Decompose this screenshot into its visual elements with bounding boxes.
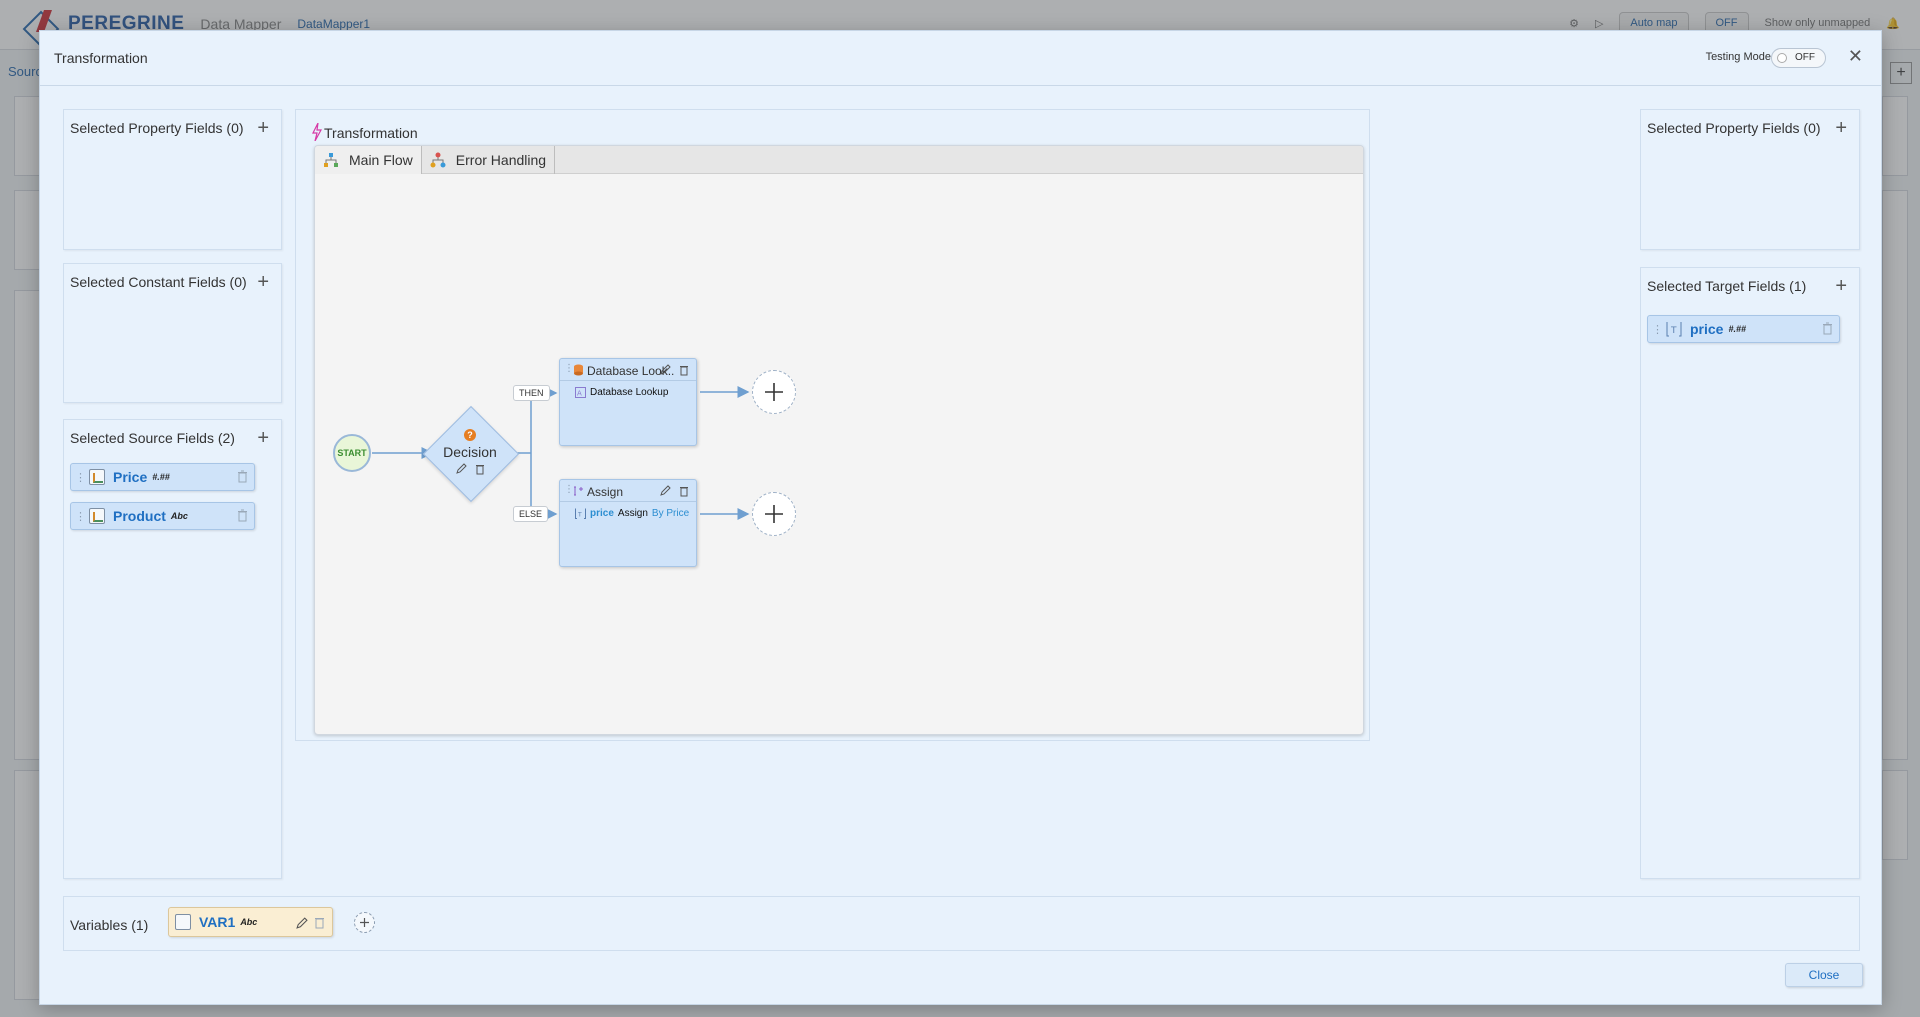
card-body: A Database Lookup bbox=[575, 387, 668, 398]
plus-icon bbox=[765, 505, 783, 523]
field-type: Abc bbox=[170, 511, 188, 521]
dialog-header: Transformation Testing Mode OFF ✕ bbox=[40, 31, 1881, 86]
else-label: ELSE bbox=[513, 506, 549, 522]
variable-chip[interactable]: VAR1 Abc bbox=[168, 907, 333, 937]
panel-title: Transformation bbox=[324, 125, 418, 141]
add-property-field-button[interactable]: + bbox=[1835, 116, 1847, 140]
left-constant-panel: Selected Constant Fields (0) + bbox=[63, 263, 282, 403]
edit-icon[interactable] bbox=[660, 364, 671, 375]
drag-handle-icon[interactable]: ⋮ bbox=[75, 471, 86, 484]
variable-icon bbox=[175, 914, 191, 930]
target-field-icon: T bbox=[1666, 322, 1682, 337]
card-body-text: Database Lookup bbox=[590, 387, 669, 398]
field-type-icon bbox=[89, 508, 105, 524]
add-property-field-button[interactable]: + bbox=[257, 116, 269, 140]
assign-target-field: price bbox=[590, 508, 614, 519]
decision-actions bbox=[420, 463, 520, 475]
variable-type: Abc bbox=[240, 917, 258, 927]
add-target-field-button[interactable]: + bbox=[1835, 274, 1847, 298]
trash-icon[interactable] bbox=[1822, 322, 1833, 335]
right-target-panel: Selected Target Fields (1) + ⋮ T price #… bbox=[1640, 267, 1860, 879]
source-field-chip[interactable]: ⋮ Product Abc bbox=[70, 502, 255, 530]
svg-text:A: A bbox=[577, 390, 582, 398]
decision-node[interactable]: ? Decision bbox=[420, 429, 520, 475]
target-field-chip[interactable]: ⋮ T price #.## bbox=[1647, 315, 1840, 343]
decision-label: Decision bbox=[443, 444, 497, 460]
add-constant-field-button[interactable]: + bbox=[257, 270, 269, 294]
start-node[interactable]: START bbox=[333, 434, 371, 472]
card-title: Assign bbox=[587, 485, 624, 499]
drag-handle-icon[interactable]: ⋮ bbox=[564, 363, 574, 374]
svg-text:T: T bbox=[1670, 326, 1677, 336]
field-name: price bbox=[1690, 321, 1724, 337]
field-name: Product bbox=[113, 508, 166, 524]
source-field-chip[interactable]: ⋮ Price #.## bbox=[70, 463, 255, 491]
add-source-field-button[interactable]: + bbox=[257, 426, 269, 450]
panel-title: Selected Property Fields (0) bbox=[1647, 120, 1821, 136]
panel-title: Selected Constant Fields (0) bbox=[70, 274, 247, 290]
panel-title: Selected Source Fields (2) bbox=[70, 430, 235, 446]
drag-handle-icon[interactable]: ⋮ bbox=[1652, 323, 1663, 336]
field-name: Price bbox=[113, 469, 148, 485]
close-icon[interactable]: ✕ bbox=[1848, 47, 1863, 65]
plus-icon bbox=[360, 918, 369, 927]
svg-text:T: T bbox=[577, 512, 582, 519]
transformation-dialog: Transformation Testing Mode OFF ✕ Select… bbox=[39, 30, 1882, 1005]
assign-source: By Price bbox=[651, 508, 690, 519]
database-lookup-card[interactable]: ⋮ Database Look... A Database Lookup bbox=[559, 358, 697, 446]
target-field-icon: T bbox=[575, 508, 586, 519]
close-button[interactable]: Close bbox=[1785, 963, 1863, 987]
variables-title: Variables (1) bbox=[70, 917, 149, 933]
card-header: ⋮ Database Look... bbox=[560, 359, 696, 381]
panel-title: Selected Property Fields (0) bbox=[70, 120, 244, 136]
edit-icon[interactable] bbox=[296, 917, 308, 929]
variable-name: VAR1 bbox=[199, 914, 236, 930]
then-label: THEN bbox=[513, 385, 550, 401]
field-type: #.## bbox=[1728, 324, 1746, 334]
card-body: T price Assign By Price bbox=[575, 508, 689, 519]
assign-icon bbox=[574, 486, 583, 496]
toggle-state: OFF bbox=[1795, 52, 1815, 63]
drag-handle-icon[interactable]: ⋮ bbox=[564, 484, 574, 495]
trash-icon[interactable] bbox=[475, 463, 485, 475]
add-variable-button[interactable] bbox=[354, 912, 375, 933]
panel-title: Selected Target Fields (1) bbox=[1647, 278, 1807, 294]
plus-icon bbox=[765, 383, 783, 401]
flow-canvas[interactable]: Main Flow Error Handling START ? Decisio… bbox=[314, 145, 1364, 735]
assign-card[interactable]: ⋮ Assign T price Assign By Price bbox=[559, 479, 697, 567]
field-type: #.## bbox=[152, 472, 170, 482]
variable-icon: A bbox=[575, 387, 586, 398]
trash-icon[interactable] bbox=[679, 485, 689, 497]
drag-handle-icon[interactable]: ⋮ bbox=[75, 510, 86, 523]
toggle-knob bbox=[1777, 53, 1787, 63]
database-icon bbox=[574, 364, 583, 376]
add-step-button[interactable] bbox=[752, 492, 796, 536]
field-type-icon bbox=[89, 469, 105, 485]
edit-icon[interactable] bbox=[660, 485, 671, 496]
variables-panel: Variables (1) VAR1 Abc bbox=[63, 896, 1860, 951]
dialog-title: Transformation bbox=[54, 50, 148, 66]
trash-icon[interactable] bbox=[237, 470, 248, 483]
right-property-panel: Selected Property Fields (0) + bbox=[1640, 109, 1860, 250]
question-icon: ? bbox=[464, 429, 476, 441]
testing-mode-label: Testing Mode bbox=[1705, 51, 1771, 63]
left-source-panel: Selected Source Fields (2) + ⋮ Price #.#… bbox=[63, 419, 282, 879]
lightning-icon bbox=[312, 123, 322, 141]
trash-icon[interactable] bbox=[237, 509, 248, 522]
transformation-panel: Transformation Main Flow Error Handling bbox=[295, 109, 1370, 741]
left-property-panel: Selected Property Fields (0) + bbox=[63, 109, 282, 250]
testing-mode-toggle[interactable]: OFF bbox=[1771, 48, 1826, 68]
trash-icon[interactable] bbox=[314, 916, 325, 929]
edit-icon[interactable] bbox=[455, 463, 467, 474]
trash-icon[interactable] bbox=[679, 364, 689, 376]
assign-operator: Assign bbox=[617, 508, 648, 519]
card-header: ⋮ Assign bbox=[560, 480, 696, 502]
add-step-button[interactable] bbox=[752, 370, 796, 414]
